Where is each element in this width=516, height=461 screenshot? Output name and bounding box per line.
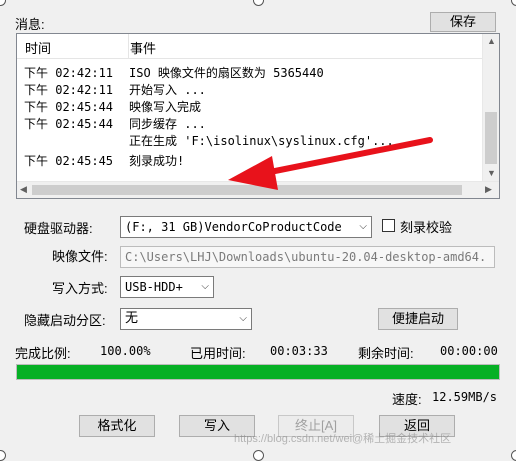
scroll-left-arrow-icon[interactable]: ◀ — [20, 184, 27, 195]
log-time: 下午 02:45:44 — [24, 117, 114, 131]
speed-label: 速度: — [392, 392, 422, 407]
log-time: 下午 02:45:44 — [24, 100, 114, 114]
log-event: 刻录成功! — [129, 154, 185, 168]
write-mode-value: USB-HDD+ — [125, 280, 183, 294]
column-divider[interactable] — [128, 34, 129, 58]
hidden-partition-label: 隐藏启动分区: — [24, 313, 106, 328]
log-event: 映像写入完成 — [129, 100, 202, 114]
image-file-path-field[interactable]: C:\Users\LHJ\Downloads\ubuntu-20.04-desk… — [120, 246, 495, 268]
hidden-partition-value: 无 — [125, 311, 139, 326]
column-time-header[interactable]: 时间 — [25, 38, 51, 57]
quick-boot-button[interactable]: 便捷启动 — [378, 308, 458, 330]
frame-handle-top-right — [511, 0, 516, 6]
log-row[interactable]: 下午 02:42:11 开始写入 ... — [17, 81, 484, 98]
column-event-header[interactable]: 事件 — [130, 38, 156, 57]
elapsed-time-label: 已用时间: — [190, 346, 246, 361]
log-time: 下午 02:42:11 — [24, 83, 114, 97]
chevron-down-icon: ⌵ — [239, 313, 247, 324]
complete-ratio-value: 100.00% — [100, 344, 151, 358]
messages-label: 消息: — [15, 17, 45, 32]
write-progress-fill — [17, 365, 499, 379]
remaining-time-value: 00:00:00 — [440, 344, 498, 358]
log-vertical-scrollbar[interactable]: ▲ ▼ — [482, 34, 499, 182]
log-event: 同步缓存 ... — [129, 117, 206, 131]
speed-value: 12.59MB/s — [432, 390, 498, 404]
write-progress-bar — [16, 364, 500, 380]
log-event: ISO 映像文件的扇区数为 5365440 — [129, 66, 324, 80]
format-button[interactable]: 格式化 — [79, 415, 155, 437]
log-time: 下午 02:45:45 — [24, 154, 114, 168]
scroll-right-arrow-icon[interactable]: ▶ — [485, 184, 492, 195]
elapsed-time-value: 00:03:33 — [270, 344, 328, 358]
annotation-arrow-icon — [228, 137, 433, 190]
log-header: 时间 事件 — [17, 34, 484, 59]
scroll-up-arrow-icon[interactable]: ▲ — [487, 36, 496, 46]
watermark-text: https://blog.csdn.net/wei@稀土掘金技术社区 — [234, 433, 452, 445]
verify-label[interactable]: 刻录校验 — [400, 217, 452, 236]
log-row[interactable]: 下午 02:45:44 映像写入完成 — [17, 98, 484, 115]
image-file-path-value: C:\Users\LHJ\Downloads\ubuntu-20.04-desk… — [125, 250, 487, 264]
log-event: 开始写入 ... — [129, 83, 206, 97]
frame-handle-top-left — [0, 0, 6, 6]
drive-label: 硬盘驱动器: — [24, 221, 93, 236]
log-row[interactable]: 下午 02:42:11 ISO 映像文件的扇区数为 5365440 — [17, 64, 484, 81]
chevron-down-icon: ⌵ — [359, 221, 367, 232]
write-mode-label: 写入方式: — [52, 281, 108, 296]
verify-checkbox[interactable] — [382, 219, 395, 232]
remaining-time-label: 剩余时间: — [358, 346, 414, 361]
chevron-down-icon: ⌵ — [201, 281, 209, 292]
log-vertical-scroll-thumb[interactable] — [485, 112, 497, 164]
frame-handle-top-center — [253, 0, 264, 6]
drive-select-value: (F:, 31 GB)VendorCoProductCode — [125, 220, 342, 234]
hidden-partition-select[interactable]: 无 ⌵ — [120, 308, 252, 330]
log-time: 下午 02:42:11 — [24, 66, 114, 80]
save-button[interactable]: 保存 — [430, 12, 496, 32]
drive-select[interactable]: (F:, 31 GB)VendorCoProductCode ⌵ — [120, 216, 372, 238]
scroll-down-arrow-icon[interactable]: ▼ — [487, 168, 496, 178]
complete-ratio-label: 完成比例: — [15, 346, 71, 361]
write-mode-select[interactable]: USB-HDD+ ⌵ — [120, 276, 214, 298]
image-file-label: 映像文件: — [52, 249, 108, 264]
